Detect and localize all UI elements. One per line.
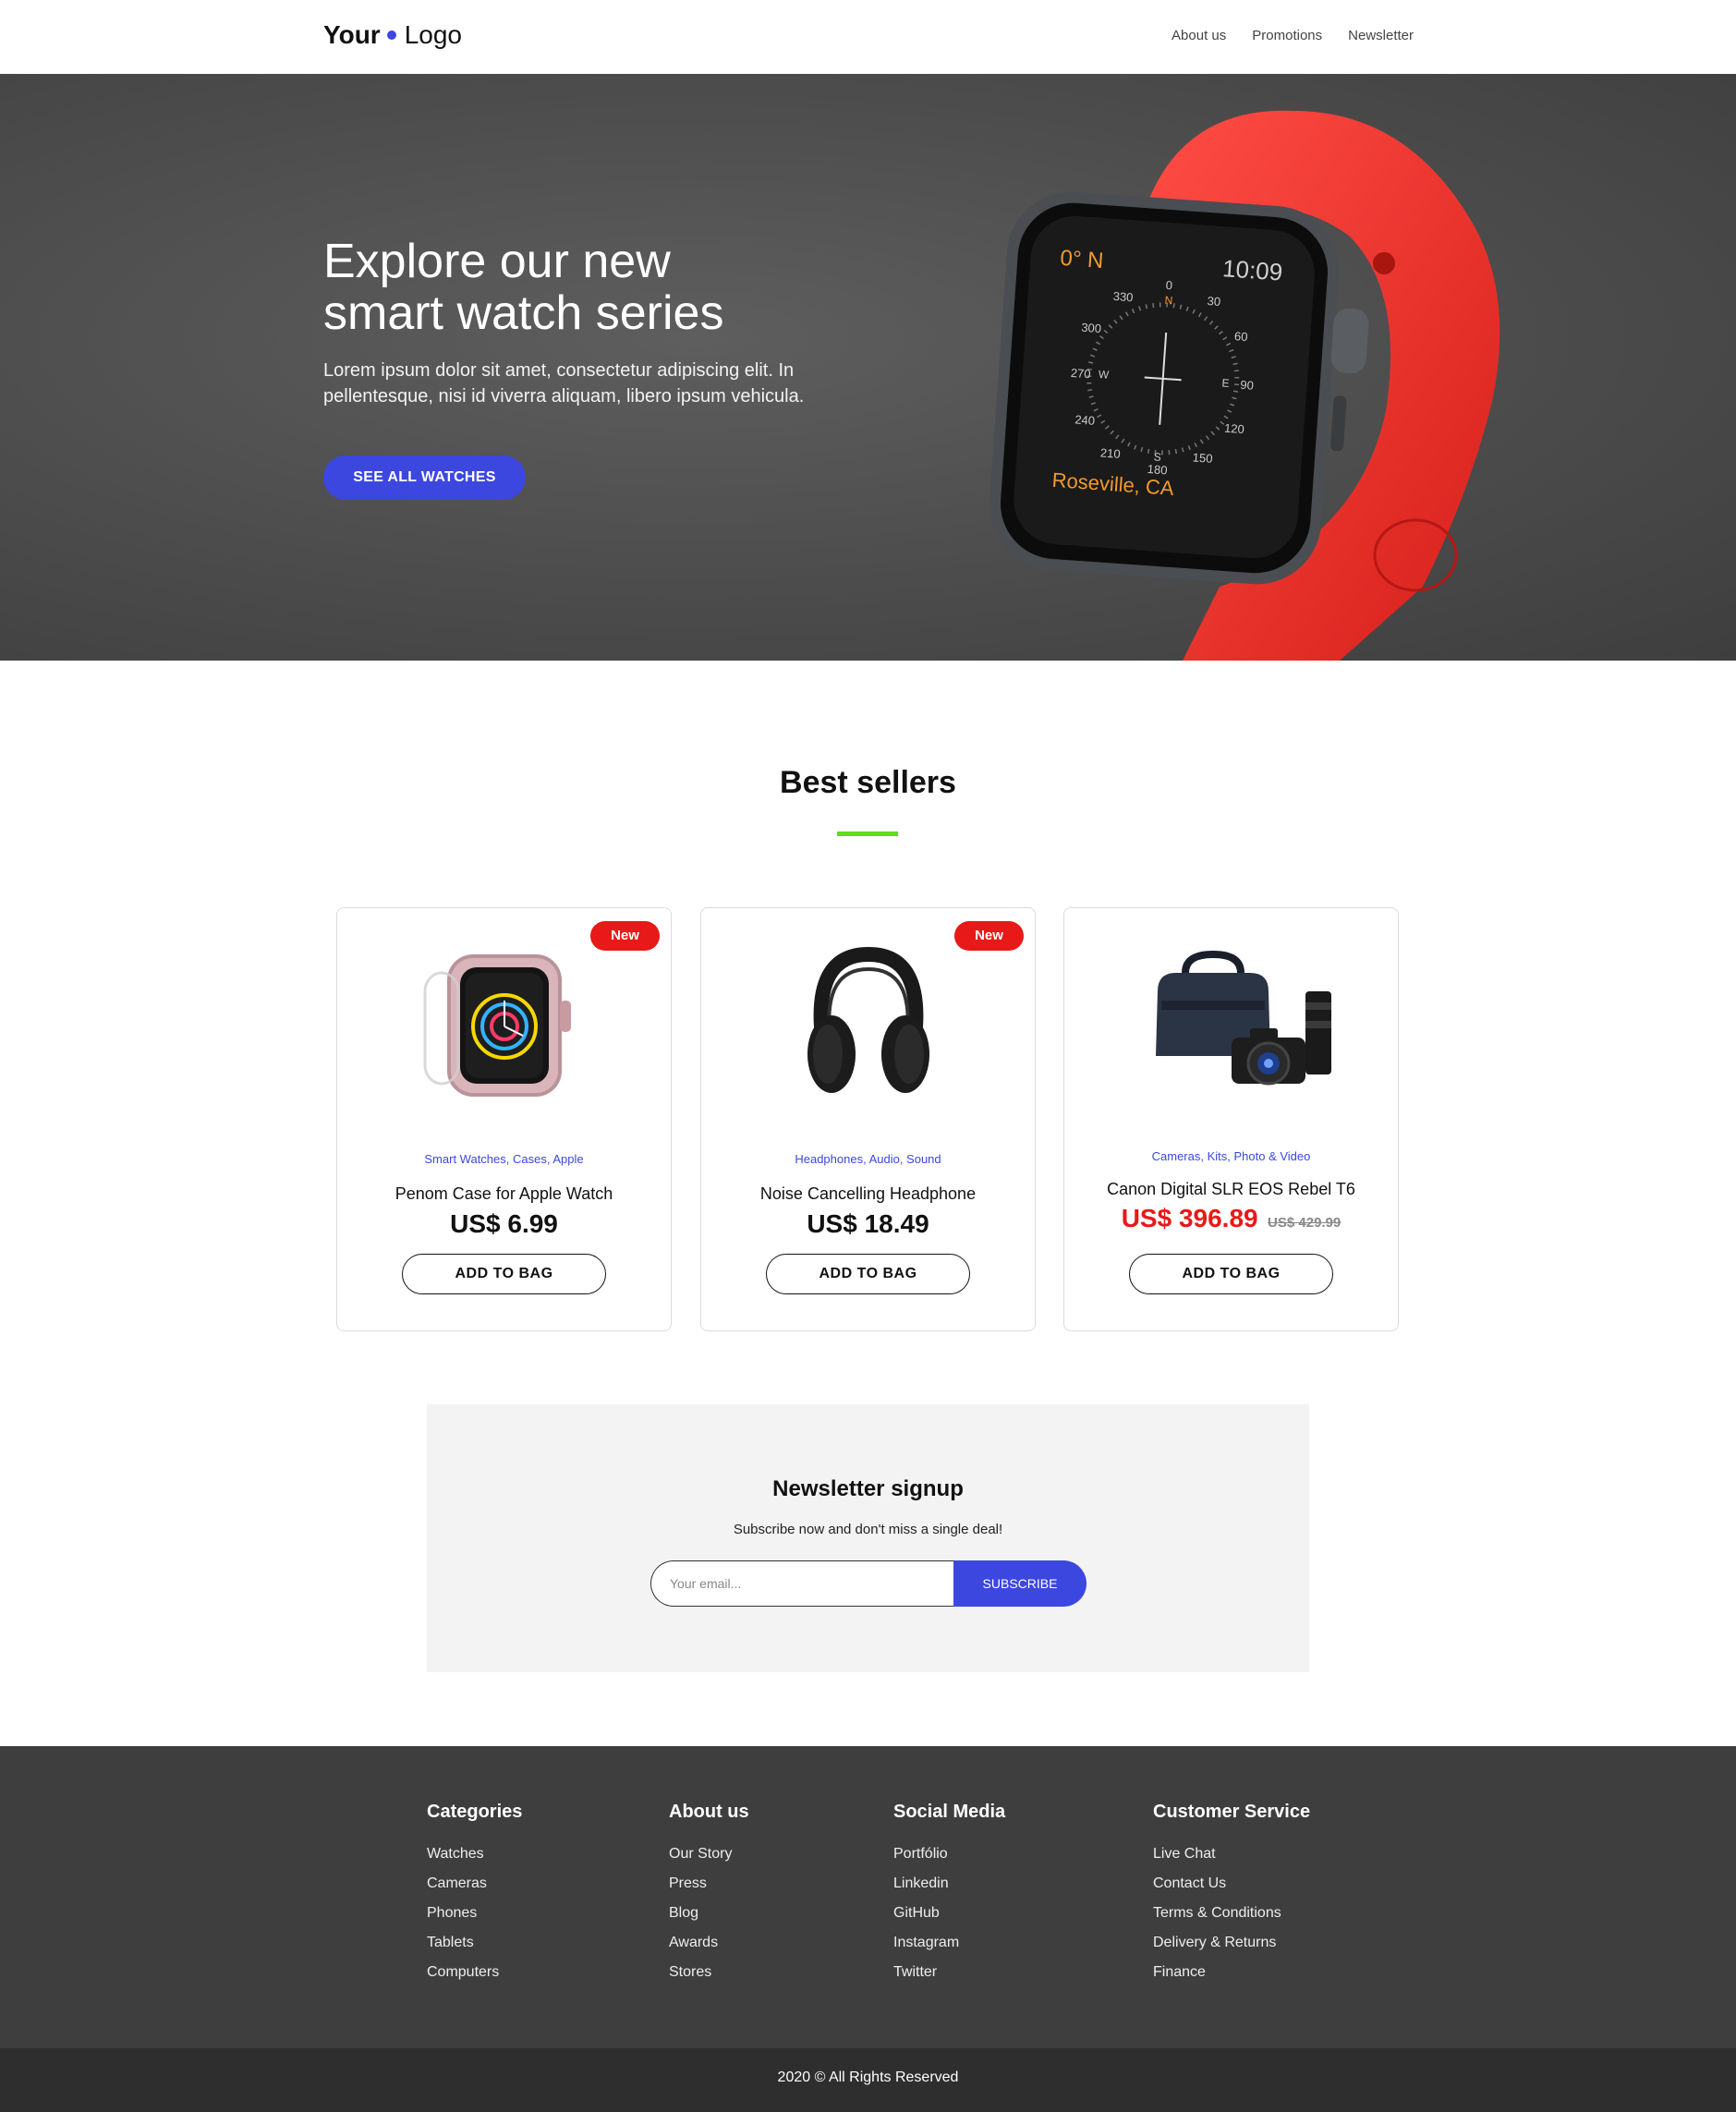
dial-150: 150 [1192, 450, 1213, 465]
footer-column-social: Social Media Portfólio Linkedin GitHub I… [893, 1802, 1005, 1987]
newsletter-section: Newsletter signup Subscribe now and don'… [427, 1404, 1309, 1672]
footer-link[interactable]: Tablets [427, 1928, 522, 1958]
compass-e-letter: E [1221, 376, 1230, 390]
price-row: US$ 18.49 [701, 1209, 1035, 1239]
title-underline [837, 831, 898, 836]
hero-title-line1: Explore our new [323, 235, 671, 288]
footer-column-customer-service: Customer Service Live Chat Contact Us Te… [1153, 1802, 1310, 1987]
watch-case-image [423, 954, 571, 1097]
dial-60: 60 [1234, 329, 1248, 344]
email-input[interactable] [650, 1560, 955, 1607]
footer-heading: Categories [427, 1802, 523, 1822]
footer-link[interactable]: Press [669, 1869, 749, 1899]
dial-180: 180 [1147, 462, 1168, 477]
price-row: US$ 396.89 US$ 429.99 [1064, 1204, 1398, 1233]
watch-heading-text: 0° N [1060, 246, 1105, 273]
compass-w-letter: W [1098, 368, 1110, 382]
add-to-bag-button[interactable]: ADD TO BAG [402, 1254, 606, 1294]
dial-90: 90 [1240, 378, 1254, 393]
site-footer: Categories Watches Cameras Phones Tablet… [0, 1746, 1736, 2048]
product-name[interactable]: Penom Case for Apple Watch [337, 1184, 671, 1204]
newsletter-form: SUBSCRIBE [650, 1560, 1087, 1607]
newsletter-subtitle: Subscribe now and don't miss a single de… [733, 1522, 1003, 1537]
footer-link[interactable]: Awards [669, 1928, 749, 1958]
product-old-price: US$ 429.99 [1268, 1215, 1341, 1231]
logo-bold-text: Your [323, 20, 381, 49]
footer-link[interactable]: GitHub [893, 1899, 1005, 1928]
footer-link[interactable]: Finance [1153, 1958, 1310, 1987]
camera-kit-image [1156, 950, 1331, 1086]
nav-newsletter[interactable]: Newsletter [1348, 28, 1414, 43]
product-categories[interactable]: Cameras, Kits, Photo & Video [1064, 1149, 1398, 1163]
dial-0: 0 [1165, 278, 1172, 292]
footer-heading: About us [669, 1802, 749, 1822]
footer-link[interactable]: Phones [427, 1899, 522, 1928]
product-name[interactable]: Canon Digital SLR EOS Rebel T6 [1064, 1180, 1398, 1199]
best-sellers-title: Best sellers [780, 765, 956, 800]
headphone-image [807, 946, 929, 1093]
logo[interactable]: Your Logo [323, 20, 462, 50]
footer-link[interactable]: Blog [669, 1899, 749, 1928]
footer-link[interactable]: Contact Us [1153, 1869, 1310, 1899]
product-sale-price: US$ 396.89 [1121, 1204, 1258, 1232]
price-row: US$ 6.99 [337, 1209, 671, 1239]
dial-240: 240 [1074, 412, 1096, 427]
footer-link[interactable]: Stores [669, 1958, 749, 1987]
new-badge: New [590, 921, 660, 951]
subscribe-button[interactable]: SUBSCRIBE [953, 1560, 1087, 1607]
product-card: New Headphones, Audio, Sound Noise Cance… [700, 907, 1036, 1331]
product-categories[interactable]: Headphones, Audio, Sound [701, 1152, 1035, 1166]
hero-banner: Explore our new smart watch series Lorem… [0, 74, 1736, 661]
dial-30: 30 [1207, 294, 1220, 309]
dial-330: 330 [1112, 289, 1134, 304]
footer-column-about: About us Our Story Press Blog Awards Sto… [669, 1802, 749, 1987]
logo-text: Logo [404, 20, 462, 49]
footer-link[interactable]: Twitter [893, 1958, 1005, 1987]
footer-link[interactable]: Watches [427, 1839, 522, 1869]
site-header: Your Logo About us Promotions Newsletter [0, 0, 1736, 74]
logo-dot-icon [386, 30, 396, 40]
hero-title: Explore our new smart watch series [323, 236, 841, 339]
copyright-bar: 2020 © All Rights Reserved [0, 2048, 1736, 2112]
product-price: US$ 6.99 [450, 1209, 558, 1238]
footer-link[interactable]: Portfólio [893, 1839, 1005, 1869]
hero-title-line2: smart watch series [323, 286, 724, 340]
footer-link[interactable]: Cameras [427, 1869, 522, 1899]
footer-link[interactable]: Computers [427, 1958, 522, 1987]
smart-watch-image: 0° N 10:09 Roseville, CA N E S W 0 30 60… [989, 110, 1500, 661]
footer-link[interactable]: Instagram [893, 1928, 1005, 1958]
product-name[interactable]: Noise Cancelling Headphone [701, 1184, 1035, 1204]
main-nav: About us Promotions Newsletter [1171, 28, 1414, 43]
add-to-bag-button[interactable]: ADD TO BAG [1129, 1254, 1333, 1294]
footer-link[interactable]: Live Chat [1153, 1839, 1310, 1869]
compass-n-letter: N [1164, 294, 1173, 308]
footer-column-categories: Categories Watches Cameras Phones Tablet… [427, 1802, 522, 1987]
newsletter-title: Newsletter signup [772, 1476, 964, 1501]
new-badge: New [954, 921, 1024, 951]
footer-link[interactable]: Delivery & Returns [1153, 1928, 1310, 1958]
footer-link[interactable]: Our Story [669, 1839, 749, 1869]
product-price: US$ 18.49 [807, 1209, 929, 1238]
nav-promotions[interactable]: Promotions [1252, 28, 1322, 43]
product-categories[interactable]: Smart Watches, Cases, Apple [337, 1152, 671, 1166]
dial-270: 270 [1070, 366, 1091, 381]
footer-heading: Customer Service [1153, 1802, 1311, 1822]
hero-description: Lorem ipsum dolor sit amet, consectetur … [323, 360, 805, 407]
dial-210: 210 [1099, 445, 1121, 460]
footer-link[interactable]: Linkedin [893, 1869, 1005, 1899]
watch-time-text: 10:09 [1221, 254, 1283, 285]
see-all-watches-button[interactable]: SEE ALL WATCHES [323, 455, 526, 500]
copyright-text: 2020 © All Rights Reserved [777, 2070, 959, 2085]
nav-about-us[interactable]: About us [1171, 28, 1226, 43]
footer-heading: Social Media [893, 1802, 1006, 1822]
dial-120: 120 [1224, 421, 1245, 436]
dial-300: 300 [1081, 321, 1102, 335]
product-card: New Smart Watches, Cases, Apple Penom Ca… [336, 907, 672, 1331]
product-card: Cameras, Kits, Photo & Video Canon Digit… [1063, 907, 1399, 1331]
add-to-bag-button[interactable]: ADD TO BAG [766, 1254, 970, 1294]
footer-link[interactable]: Terms & Conditions [1153, 1899, 1310, 1928]
